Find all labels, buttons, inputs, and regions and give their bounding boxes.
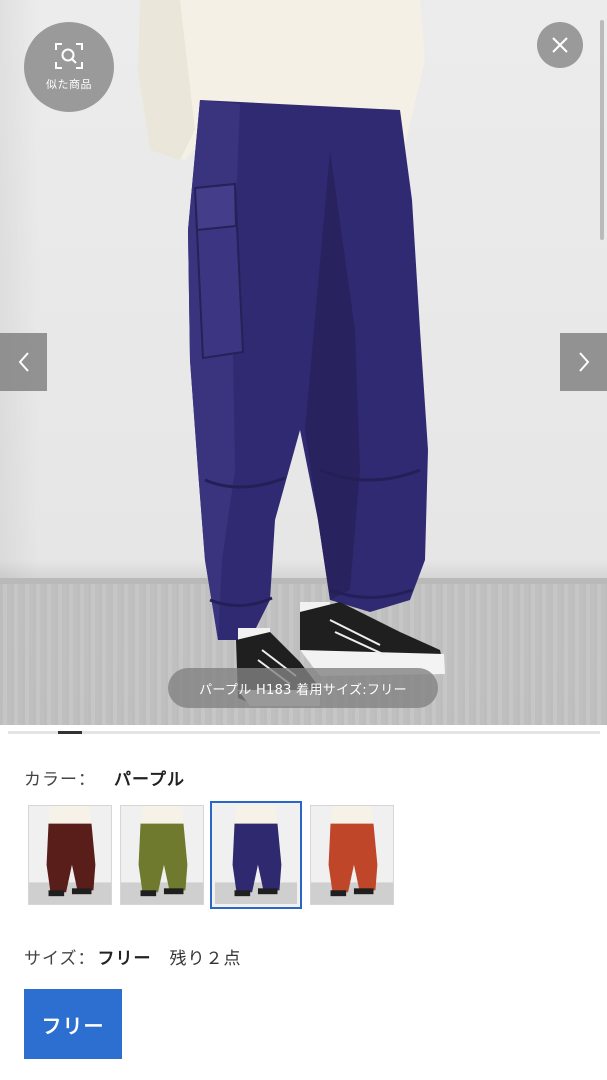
image-progress-indicator <box>58 731 82 734</box>
product-photo <box>138 0 445 706</box>
image-caption: パープル H183 着用サイズ:フリー <box>168 668 438 708</box>
close-button[interactable] <box>537 22 583 68</box>
previous-image-button[interactable] <box>0 333 47 391</box>
size-label: サイズ： <box>24 949 96 969</box>
image-search-icon <box>55 43 83 69</box>
close-icon <box>552 37 568 53</box>
vertical-scrollbar[interactable] <box>600 20 604 240</box>
size-option-button[interactable]: フリー <box>24 989 122 1059</box>
swatch-thumbnail <box>29 806 111 904</box>
similar-items-button[interactable]: 似た商品 <box>24 22 114 112</box>
selected-color-value: パープル <box>114 770 185 790</box>
color-swatch-olive[interactable] <box>120 805 204 905</box>
chevron-left-icon <box>18 352 29 372</box>
stock-remaining: 残り２点 <box>169 949 242 969</box>
color-swatch-purple[interactable] <box>210 801 302 909</box>
color-swatch-orange[interactable] <box>310 805 394 905</box>
color-label: カラー： <box>24 770 96 790</box>
image-progress-track <box>8 731 600 734</box>
selected-size-value: フリー <box>97 949 152 969</box>
similar-items-label: 似た商品 <box>46 78 92 91</box>
chevron-right-icon <box>578 352 589 372</box>
size-selection-row: サイズ： フリー 残り２点 <box>24 944 242 969</box>
swatch-thumbnail <box>121 806 203 904</box>
swatch-thumbnail <box>311 806 393 904</box>
color-swatch-list <box>28 801 402 909</box>
next-image-button[interactable] <box>560 333 607 391</box>
color-selection-row: カラー： パープル <box>24 765 185 790</box>
swatch-thumbnail <box>215 806 297 904</box>
color-swatch-brown[interactable] <box>28 805 112 905</box>
product-image-viewer[interactable]: 似た商品 パープル H183 着用サイズ:フリー <box>0 0 607 725</box>
